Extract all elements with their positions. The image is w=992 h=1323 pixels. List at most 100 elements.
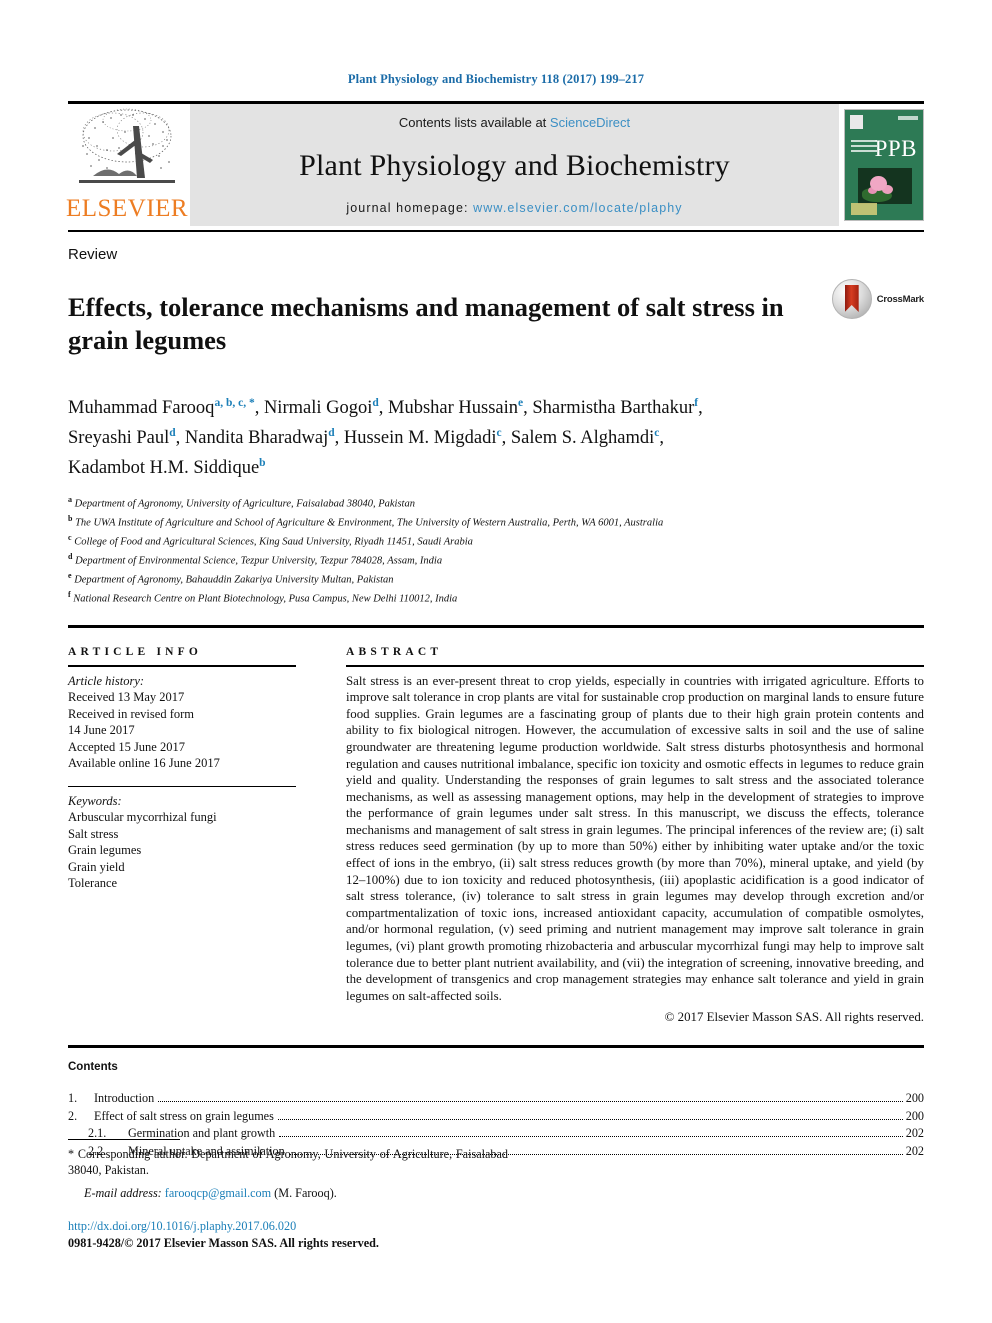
affiliation-mark: b [68, 514, 73, 524]
affiliation-list: a Department of Agronomy, University of … [68, 493, 924, 608]
affiliation-mark: c [68, 533, 72, 543]
author-affil-mark[interactable]: b [259, 457, 265, 469]
abstract-heading: ABSTRACT [346, 645, 443, 658]
affiliation-item: a Department of Agronomy, University of … [68, 493, 924, 512]
crossmark-icon [831, 279, 872, 319]
footnote-rule [68, 1139, 180, 1140]
article-history-block: Article history: Received 13 May 2017 Re… [68, 673, 338, 772]
article-category: Review [68, 246, 118, 263]
email-link[interactable]: farooqcp@gmail.com [165, 1186, 271, 1200]
cover-footer-mark [851, 203, 877, 215]
author-name: Sreyashi Paul [68, 427, 170, 448]
affiliation-text: Department of Agronomy, University of Ag… [74, 498, 415, 510]
toc-page-number: 200 [905, 1091, 924, 1106]
abstract-body: Salt stress is an ever-present threat to… [346, 673, 924, 1003]
issn-copyright: 0981-9428/© 2017 Elsevier Masson SAS. Al… [68, 1236, 379, 1250]
author-name: , Nirmali Gogoi [254, 397, 373, 418]
contents-available-line: Contents lists available at ScienceDirec… [399, 115, 630, 130]
keywords-label: Keywords: [68, 793, 122, 808]
keyword-item: Tolerance [68, 876, 118, 891]
info-abstract-section: ARTICLE INFO Article history: Received 1… [68, 646, 924, 1026]
article-history-label: Article history: [68, 673, 145, 688]
elsevier-logo: ELSEVIER [65, 104, 189, 226]
history-item: Available online 16 June 2017 [68, 756, 220, 771]
keywords-rule [68, 785, 296, 787]
masthead-center: Contents lists available at ScienceDirec… [190, 104, 839, 226]
history-item: Received in revised form [68, 706, 194, 721]
cover-title-ppb: PPB [874, 136, 917, 161]
author-affil-mark[interactable]: c [654, 427, 659, 439]
abstract-section-top-rule [68, 624, 924, 628]
toc-number: 2. [68, 1108, 78, 1123]
title-row: Effects, tolerance mechanisms and manage… [68, 273, 924, 375]
cover-publisher-mark [850, 115, 863, 129]
doi-link[interactable]: http://dx.doi.org/10.1016/j.plaphy.2017.… [68, 1219, 508, 1234]
affiliation-text: Department of Environmental Science, Tez… [75, 555, 443, 567]
crossmark-badge[interactable]: CrossMark [831, 279, 925, 319]
elsevier-wordmark: ELSEVIER [65, 195, 189, 222]
affiliation-text: College of Food and Agricultural Science… [74, 536, 473, 548]
history-item: Received 13 May 2017 [68, 690, 185, 705]
corresponding-author-note: * Corresponding author. Department of Ag… [68, 1147, 508, 1177]
author-affil-mark[interactable]: f [694, 397, 698, 409]
affiliation-mark: d [68, 552, 73, 562]
homepage-url-link[interactable]: www.elsevier.com/locate/plaphy [473, 201, 682, 215]
keyword-item: Arbuscular mycorrhizal fungi [68, 810, 217, 825]
affiliation-item: c College of Food and Agricultural Scien… [68, 531, 924, 550]
affiliation-mark: f [68, 590, 71, 600]
elsevier-tree-icon [79, 108, 175, 183]
email-owner: (M. Farooq). [274, 1186, 337, 1200]
toc-leader-dots [277, 1118, 903, 1120]
affiliation-item: f National Research Centre on Plant Biot… [68, 588, 924, 607]
toc-number: 1. [68, 1091, 78, 1106]
keyword-item: Salt stress [68, 826, 119, 841]
journal-homepage-line: journal homepage: www.elsevier.com/locat… [346, 201, 682, 215]
affiliation-mark: a [68, 494, 72, 504]
journal-masthead: ELSEVIER Contents lists available at Sci… [65, 104, 924, 226]
email-note: E-mail address: farooqcp@gmail.com (M. F… [84, 1186, 508, 1201]
toc-leader-dots [279, 1136, 903, 1138]
crossmark-label: CrossMark [876, 293, 925, 305]
author-name: , Hussein M. Migdadi [334, 427, 497, 448]
email-label: E-mail address: [84, 1186, 162, 1200]
author-name: , Salem S. Alghamdi [501, 427, 655, 448]
article-info-heading: ARTICLE INFO [68, 645, 203, 658]
page-footer: * Corresponding author. Department of Ag… [68, 1139, 508, 1251]
contents-heading: Contents [68, 1061, 118, 1074]
journal-cover-thumbnail: PPB [844, 109, 924, 221]
keyword-item: Grain legumes [68, 843, 142, 858]
toc-entry[interactable]: 1. Introduction 200 [68, 1090, 924, 1108]
abstract-column: ABSTRACT Salt stress is an ever-present … [346, 646, 924, 1026]
cover-photo [858, 168, 912, 204]
affiliation-mark: e [68, 571, 72, 581]
author-name: Kadambot H.M. Siddique [68, 457, 260, 478]
affiliation-item: d Department of Environmental Science, T… [68, 550, 924, 569]
masthead-bottom-rule [68, 230, 924, 232]
affiliation-text: National Research Centre on Plant Biotec… [73, 593, 458, 605]
keyword-item: Grain yield [68, 859, 125, 874]
affiliation-text: Department of Agronomy, Bahauddin Zakari… [74, 574, 394, 586]
author-affil-mark[interactable]: a, b, c, * [214, 397, 254, 409]
journal-title: Plant Physiology and Biochemistry [299, 148, 730, 182]
author-name: , Sharmistha Barthakur [523, 397, 695, 418]
affiliation-text: The UWA Institute of Agriculture and Sch… [75, 517, 664, 529]
crossmark-bookmark-icon [844, 285, 859, 312]
article-info-column: ARTICLE INFO Article history: Received 1… [68, 646, 346, 1026]
affiliation-item: e Department of Agronomy, Bahauddin Zaka… [68, 569, 924, 588]
abstract-copyright: © 2017 Elsevier Masson SAS. All rights r… [664, 1010, 924, 1025]
author-name: , Nandita Bharadwaj [175, 427, 329, 448]
article-info-rule [68, 664, 296, 667]
contents-top-rule [68, 1045, 924, 1049]
cover-subtitle-lines [851, 140, 877, 155]
toc-entry[interactable]: 2. Effect of salt stress on grain legume… [68, 1108, 924, 1126]
toc-leader-dots [158, 1101, 903, 1103]
affiliation-item: b The UWA Institute of Agriculture and S… [68, 512, 924, 531]
toc-label: Effect of salt stress on grain legumes [94, 1108, 274, 1123]
sciencedirect-link[interactable]: ScienceDirect [550, 115, 630, 130]
history-item: Accepted 15 June 2017 [68, 739, 185, 754]
cover-flower-shape [870, 176, 887, 191]
author-list: Muhammad Farooqa, b, c, *, Nirmali Gogoi… [68, 396, 703, 478]
keywords-block: Keywords: Arbuscular mycorrhizal fungi S… [68, 793, 338, 892]
contents-available-prefix: Contents lists available at [398, 115, 547, 130]
author-name: , Mubshar Hussain [378, 397, 519, 418]
